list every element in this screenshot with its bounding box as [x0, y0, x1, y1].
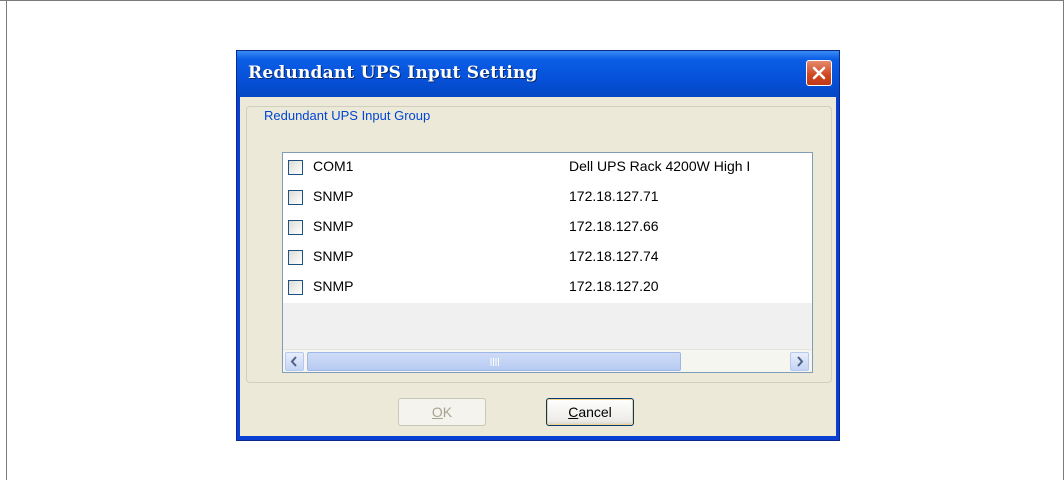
list-rows-area: COM1 Dell UPS Rack 4200W High I SNMP 172…	[283, 153, 812, 303]
row-device-name: Dell UPS Rack 4200W High I	[569, 158, 751, 174]
row-device-address: 172.18.127.66	[569, 218, 659, 234]
arrow-right-icon	[797, 356, 804, 367]
row-checkbox[interactable]	[288, 280, 303, 295]
ups-input-list[interactable]: COM1 Dell UPS Rack 4200W High I SNMP 172…	[282, 152, 813, 373]
cancel-button[interactable]: Cancel	[546, 398, 634, 426]
row-checkbox[interactable]	[288, 190, 303, 205]
dialog-title: Redundant UPS Input Setting	[248, 63, 538, 83]
cancel-button-mnemonic: C	[568, 404, 579, 420]
row-checkbox[interactable]	[288, 220, 303, 235]
row-checkbox[interactable]	[288, 160, 303, 175]
list-item[interactable]: SNMP 172.18.127.71	[283, 183, 812, 213]
ok-button-label: K	[442, 404, 453, 420]
row-connection-type: COM1	[313, 158, 354, 174]
arrow-left-icon	[290, 356, 297, 367]
dialog-titlebar[interactable]: Redundant UPS Input Setting	[237, 51, 839, 97]
row-connection-type: SNMP	[313, 248, 354, 264]
ok-button-mnemonic: O	[431, 404, 443, 420]
grip-icon	[490, 358, 499, 366]
close-button[interactable]	[806, 60, 832, 86]
list-item[interactable]: SNMP 172.18.127.74	[283, 243, 812, 273]
redundant-ups-input-group: Redundant UPS Input Group COM1 Dell UPS …	[246, 106, 832, 383]
scroll-left-button[interactable]	[285, 352, 304, 371]
scroll-thumb[interactable]	[307, 352, 681, 371]
row-connection-type: SNMP	[313, 188, 354, 204]
frame-border-left	[6, 0, 7, 480]
row-checkbox[interactable]	[288, 250, 303, 265]
group-label: Redundant UPS Input Group	[261, 107, 434, 125]
list-item[interactable]: COM1 Dell UPS Rack 4200W High I	[283, 153, 812, 183]
row-connection-type: SNMP	[313, 278, 354, 294]
list-empty-area	[283, 303, 812, 349]
dialog-client-area: Redundant UPS Input Group COM1 Dell UPS …	[240, 97, 836, 436]
row-device-address: 172.18.127.20	[569, 278, 659, 294]
close-icon	[812, 66, 826, 80]
ok-button[interactable]: OK	[398, 398, 486, 426]
frame-border-top	[0, 0, 1064, 1]
cancel-button-label: ancel	[578, 404, 612, 420]
list-item[interactable]: SNMP 172.18.127.20	[283, 273, 812, 303]
scroll-right-button[interactable]	[790, 352, 809, 371]
row-connection-type: SNMP	[313, 218, 354, 234]
row-device-address: 172.18.127.71	[569, 188, 659, 204]
row-device-address: 172.18.127.74	[569, 248, 659, 264]
redundant-ups-input-dialog: Redundant UPS Input Setting Redundant UP…	[236, 50, 840, 441]
horizontal-scrollbar[interactable]	[283, 349, 812, 372]
list-item[interactable]: SNMP 172.18.127.66	[283, 213, 812, 243]
